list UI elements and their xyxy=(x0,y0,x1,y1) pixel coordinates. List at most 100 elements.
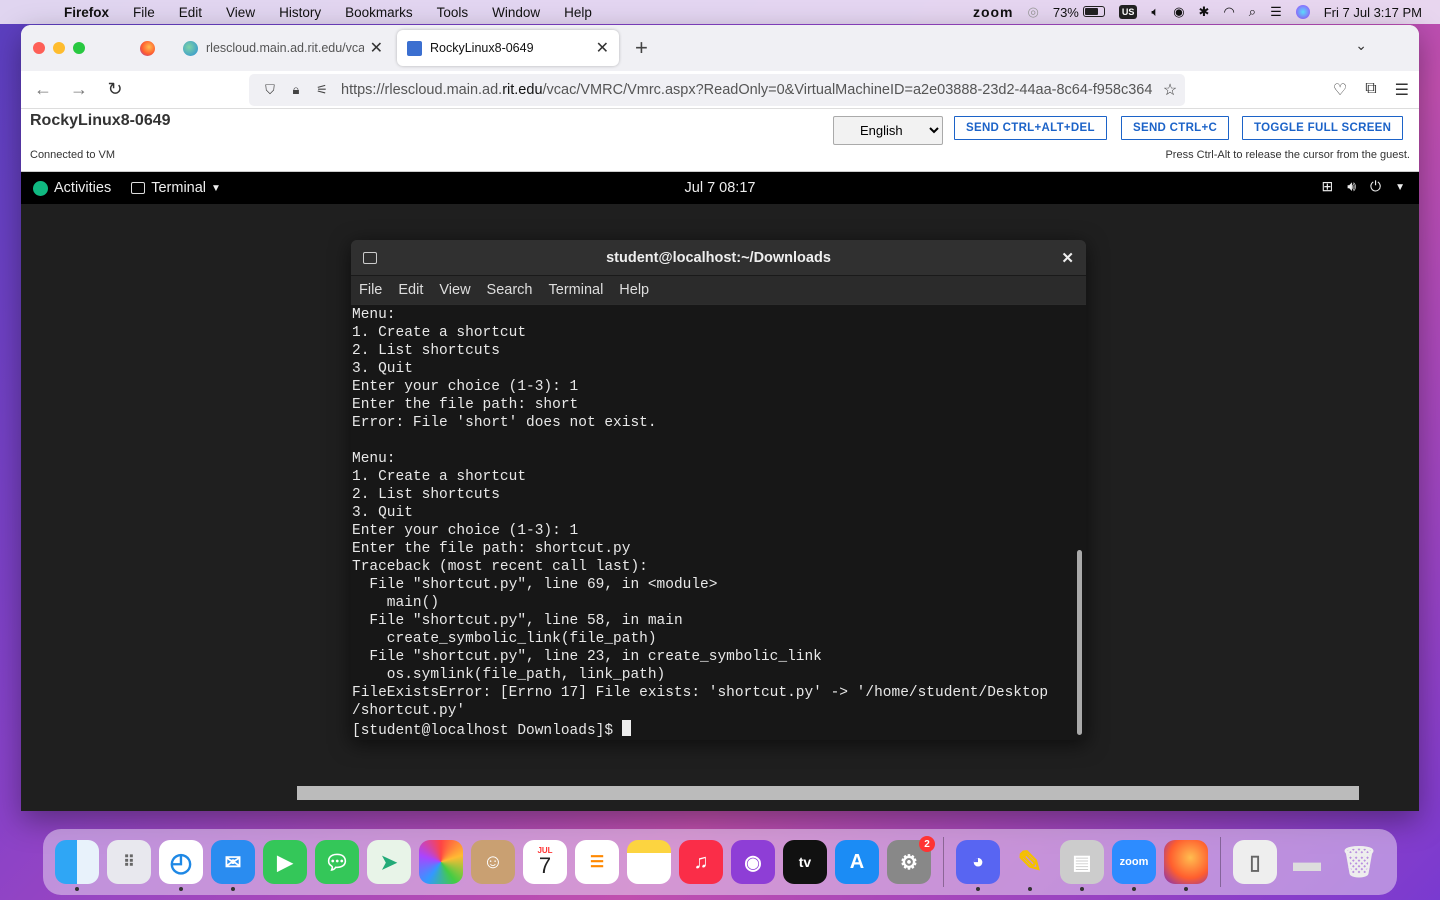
finder-icon[interactable] xyxy=(55,840,99,891)
send-ctrl-alt-del-button[interactable]: SEND CTRL+ALT+DEL xyxy=(954,116,1107,140)
downloads-stack-icon[interactable]: ▯ xyxy=(1233,840,1277,884)
battery-status[interactable]: 73% xyxy=(1053,5,1105,20)
fullscreen-window-button[interactable] xyxy=(73,42,85,54)
documents-stack-icon[interactable]: ▬ xyxy=(1285,840,1329,884)
release-cursor-hint: Press Ctrl-Alt to release the cursor fro… xyxy=(1165,149,1410,161)
tracking-protection-shield-icon[interactable]: ⛉ xyxy=(257,82,283,98)
keyboard-language-select[interactable]: English xyxy=(833,116,943,145)
forward-button[interactable]: → xyxy=(61,79,97,100)
photos-icon[interactable] xyxy=(419,840,463,884)
app-menu-terminal[interactable]: Terminal ▼ xyxy=(131,180,221,196)
terminal-menu-file[interactable]: File xyxy=(351,282,390,298)
menubar-view[interactable]: View xyxy=(214,5,267,20)
terminal-menu-help[interactable]: Help xyxy=(611,282,657,298)
music-icon[interactable]: ♫ xyxy=(679,840,723,884)
url-domain: rit.edu xyxy=(502,81,543,98)
control-center-icon[interactable]: ☰ xyxy=(1270,4,1282,20)
hamburger-menu-icon[interactable]: ☰ xyxy=(1395,80,1409,100)
terminal-menu-terminal[interactable]: Terminal xyxy=(541,282,612,298)
gnome-clock[interactable]: Jul 7 08:17 xyxy=(21,180,1419,196)
menubar-app-name[interactable]: Firefox xyxy=(52,5,121,20)
menubar-help[interactable]: Help xyxy=(552,5,604,20)
firefox-dock-icon[interactable] xyxy=(1164,840,1208,891)
volume-icon: 🔊︎ xyxy=(1347,178,1357,194)
new-tab-button[interactable]: + xyxy=(635,35,648,61)
podcasts-icon[interactable]: ◉ xyxy=(731,840,775,884)
tab-rockylinux-active[interactable]: RockyLinux8-0649 ✕ xyxy=(397,30,619,66)
pin-app-icon[interactable]: ✎ xyxy=(1008,840,1052,891)
globe-favicon-icon xyxy=(183,40,198,56)
airplay-icon[interactable]: ◎ xyxy=(1028,4,1039,20)
notes-icon[interactable] xyxy=(627,840,671,884)
url-text[interactable]: https://rlescloud.main.ad.rit.edu/vcac/V… xyxy=(341,82,1155,98)
terminal-output-area[interactable]: Menu: 1. Create a shortcut 2. List short… xyxy=(351,305,1086,740)
notification-badge: 2 xyxy=(919,836,935,852)
send-ctrl-c-button[interactable]: SEND CTRL+C xyxy=(1121,116,1230,140)
user-account-icon[interactable]: ◉ xyxy=(1173,4,1184,20)
terminal-scrollbar[interactable] xyxy=(1077,550,1082,735)
menubar-bookmarks[interactable]: Bookmarks xyxy=(333,5,425,20)
terminal-menu-view[interactable]: View xyxy=(431,282,478,298)
extensions-icon[interactable]: ⧉ xyxy=(1365,80,1376,100)
input-source-badge[interactable]: US xyxy=(1118,5,1138,19)
siri-icon[interactable] xyxy=(1295,5,1310,19)
system-tray[interactable]: ⊞ 🔊︎ ⏻ ▼ xyxy=(1321,178,1405,198)
running-indicator xyxy=(75,887,79,891)
dock-separator xyxy=(943,837,944,887)
launchpad-icon[interactable]: ⠿ xyxy=(107,840,151,884)
menubar-window[interactable]: Window xyxy=(480,5,552,20)
close-tab-icon[interactable]: ✕ xyxy=(370,38,383,58)
app-store-icon[interactable]: A xyxy=(835,840,879,884)
address-bar[interactable]: ⛉ 🔒︎ ⚟ https://rlescloud.main.ad.rit.edu… xyxy=(249,73,1185,106)
close-window-button[interactable] xyxy=(33,42,45,54)
tab-rlescloud[interactable]: rlescloud.main.ad.rit.edu/vcac/L ✕ xyxy=(173,30,393,66)
reload-button[interactable]: ↻ xyxy=(97,79,133,100)
safari-icon[interactable]: ◴ xyxy=(159,840,203,891)
wifi-icon[interactable]: ◠ xyxy=(1223,4,1234,20)
firefox-view-tab[interactable] xyxy=(121,40,173,56)
menubar-edit[interactable]: Edit xyxy=(167,5,214,20)
discord-icon[interactable]: ◕ xyxy=(956,840,1000,891)
apple-tv-icon[interactable]: tv xyxy=(783,840,827,884)
maps-icon[interactable]: ➤ xyxy=(367,840,411,884)
running-indicator xyxy=(1028,887,1032,891)
trash-icon[interactable]: 🗑︎ xyxy=(1337,840,1381,884)
spotlight-search-icon[interactable]: ⌕ xyxy=(1249,4,1256,20)
page-horizontal-scrollbar[interactable] xyxy=(297,786,1359,800)
zoom-app-icon[interactable]: zoom xyxy=(1112,840,1156,891)
menubar-history[interactable]: History xyxy=(267,5,333,20)
running-indicator xyxy=(1184,887,1188,891)
terminal-output[interactable]: Menu: 1. Create a shortcut 2. List short… xyxy=(351,305,1086,740)
list-all-tabs-chevron-icon[interactable]: ⌄ xyxy=(1355,37,1367,54)
menubar-tools[interactable]: Tools xyxy=(425,5,481,20)
terminal-menu-search[interactable]: Search xyxy=(479,282,541,298)
running-indicator xyxy=(1080,887,1084,891)
zoom-status-item[interactable]: zoom xyxy=(973,4,1014,20)
menubar-file[interactable]: File xyxy=(121,5,167,20)
back-button[interactable]: ← xyxy=(25,79,61,100)
close-tab-icon[interactable]: ✕ xyxy=(596,38,609,58)
calendar-icon[interactable]: JUL 7 xyxy=(523,840,567,884)
terminal-window[interactable]: student@localhost:~/Downloads ✕ File Edi… xyxy=(351,240,1086,740)
preview-icon[interactable]: ▤ xyxy=(1060,840,1104,891)
minimize-window-button[interactable] xyxy=(53,42,65,54)
close-icon[interactable]: ✕ xyxy=(1061,249,1074,267)
terminal-headerbar[interactable]: student@localhost:~/Downloads ✕ xyxy=(351,240,1086,276)
toggle-full-screen-button[interactable]: TOGGLE FULL SCREEN xyxy=(1242,116,1404,140)
system-preferences-icon[interactable]: ⚙ 2 xyxy=(887,836,935,884)
volume-icon[interactable]: 🔈︎ xyxy=(1151,4,1159,20)
bluetooth-icon[interactable]: ✱ xyxy=(1199,4,1210,20)
permissions-icon[interactable]: ⚟ xyxy=(309,82,335,98)
lock-icon[interactable]: 🔒︎ xyxy=(283,82,309,98)
url-host: https://rlescloud.main.ad. xyxy=(341,81,503,98)
bookmark-star-icon[interactable]: ☆ xyxy=(1155,80,1185,100)
facetime-icon[interactable]: ▶ xyxy=(263,840,307,884)
activities-button[interactable]: Activities xyxy=(33,180,111,196)
pocket-icon[interactable]: ♡ xyxy=(1333,80,1347,100)
messages-icon[interactable]: 💬︎ xyxy=(315,840,359,884)
contacts-icon[interactable]: ☺ xyxy=(471,840,515,884)
reminders-icon[interactable]: ☰ xyxy=(575,840,619,884)
mail-icon[interactable]: ✉ xyxy=(211,840,255,891)
menubar-clock[interactable]: Fri 7 Jul 3:17 PM xyxy=(1324,5,1422,20)
terminal-menu-edit[interactable]: Edit xyxy=(390,282,431,298)
